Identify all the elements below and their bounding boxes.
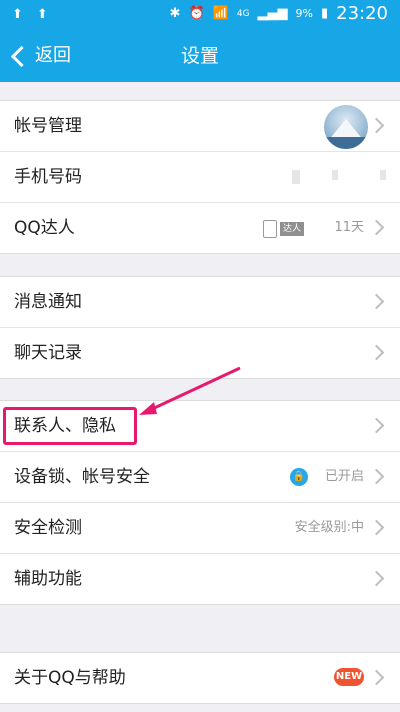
arrow-head	[139, 402, 157, 415]
annotation-arrow-icon	[139, 366, 241, 415]
arrow-line	[149, 366, 241, 412]
